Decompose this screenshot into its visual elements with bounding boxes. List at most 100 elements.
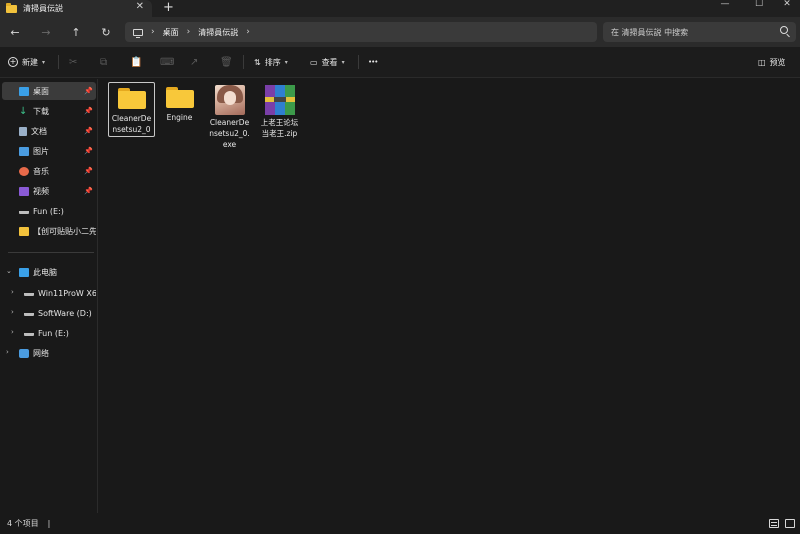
pin-icon: 📌 [84, 127, 93, 135]
pictures-icon [19, 146, 29, 156]
view-label: 查看 [321, 57, 338, 67]
address-row: ← → ↑ ↻ › 桌面 › 清掃員伝説 › 在 清掃員伝説 中搜索 [0, 17, 800, 47]
new-label: 新建 [22, 57, 38, 67]
desktop-icon [19, 86, 29, 96]
close-button[interactable]: ✕ [772, 0, 800, 9]
file-item-exe[interactable]: CleanerDensetsu2_0.exe [206, 82, 253, 150]
preview-label: 预览 [769, 57, 786, 67]
divider [8, 252, 94, 253]
new-button[interactable]: + 新建 ▾ [8, 55, 45, 69]
sidebar-item-fun-drive-pc[interactable]: Fun (E:) [2, 324, 96, 342]
sidebar-item-software-drive[interactable]: SoftWare (D:) [2, 304, 96, 322]
paste-icon[interactable]: 📋 [130, 55, 142, 69]
back-button[interactable]: ← [6, 23, 24, 41]
sidebar-item-folder[interactable]: 【创可贴贴小二先生 [2, 222, 96, 240]
sidebar-item-label: Fun (E:) [38, 328, 69, 338]
chevron-down-icon: ▾ [42, 58, 46, 66]
file-name: Engine [166, 113, 193, 122]
sort-icon: ⇅ [254, 57, 261, 67]
sidebar-item-label: 文档 [31, 126, 47, 136]
folder-icon [19, 226, 29, 236]
sort-label: 排序 [264, 57, 281, 67]
sort-button[interactable]: ⇅ 排序 ▾ [254, 55, 288, 69]
more-options-icon[interactable]: ••• [368, 55, 378, 69]
sidebar-item-downloads[interactable]: ↓ 下载 📌 [2, 102, 96, 120]
maximize-button[interactable]: ☐ [744, 0, 774, 9]
sidebar-item-fun-drive[interactable]: Fun (E:) [2, 202, 96, 220]
view-icon: ▭ [310, 57, 318, 67]
tab-title: 清掃員伝説 [23, 4, 63, 13]
drive-icon [24, 311, 34, 316]
sidebar-item-network[interactable]: 网络 [2, 344, 96, 362]
delete-icon[interactable]: 🗑 [220, 55, 233, 69]
breadcrumb-separator: › [151, 27, 155, 37]
sidebar-item-label: 桌面 [33, 86, 49, 96]
app-thumbnail-icon [214, 85, 245, 115]
navigation-pane: 桌面 📌 ↓ 下载 📌 文档 📌 图片 📌 音乐 📌 视频 📌 Fun (E:)… [0, 79, 98, 513]
file-item-folder[interactable]: Engine [156, 82, 203, 123]
share-icon[interactable]: ↗ [190, 55, 198, 69]
file-name: 上老王论坛当老王.zip [260, 118, 299, 138]
breadcrumb-separator: › [186, 27, 191, 37]
drive-icon [24, 331, 34, 336]
status-bar: 4 个项目 | [0, 513, 800, 534]
tiles-view-icon[interactable] [785, 519, 795, 528]
copy-icon[interactable]: ⧉ [100, 55, 107, 69]
sidebar-item-label: Win11ProW X64 [38, 288, 96, 298]
breadcrumb-separator[interactable]: › [246, 27, 250, 37]
sidebar-item-label: 音乐 [33, 166, 49, 176]
divider [243, 55, 244, 69]
breadcrumb-item-folder[interactable]: 清掃員伝説 [198, 27, 238, 38]
file-list[interactable]: CleanerDensetsu2_0 Engine CleanerDensets… [99, 79, 800, 513]
file-name: CleanerDensetsu2_0 [111, 114, 152, 134]
address-bar[interactable]: › 桌面 › 清掃員伝説 › [125, 22, 597, 42]
tab-close-icon[interactable]: ✕ [136, 1, 144, 12]
preview-button[interactable]: ◫ 预览 [758, 55, 786, 69]
network-icon [19, 348, 29, 358]
sidebar-item-this-pc[interactable]: 此电脑 [2, 263, 96, 281]
search-icon [780, 26, 788, 34]
sidebar-item-desktop[interactable]: 桌面 📌 [2, 82, 96, 100]
chevron-down-icon: ▾ [341, 58, 345, 66]
details-view-icon[interactable] [769, 519, 779, 528]
pin-icon: 📌 [84, 107, 93, 115]
tab-active[interactable]: 清掃員伝説 ✕ [0, 0, 152, 17]
video-icon [19, 186, 29, 196]
sidebar-item-videos[interactable]: 视频 📌 [2, 182, 96, 200]
sidebar-item-pictures[interactable]: 图片 📌 [2, 142, 96, 160]
sidebar-item-label: 网络 [33, 348, 49, 358]
cut-icon[interactable]: ✂ [69, 55, 77, 69]
rename-icon[interactable]: ⌨ [160, 55, 174, 69]
sidebar-item-win11-drive[interactable]: Win11ProW X64 [2, 284, 96, 302]
sidebar-item-label: 视频 [33, 186, 49, 196]
computer-icon [19, 267, 29, 277]
sidebar-item-label: 【创可贴贴小二先生 [33, 226, 96, 236]
pin-icon: 📌 [84, 167, 93, 175]
file-item-zip[interactable]: 上老王论坛当老王.zip [256, 82, 303, 139]
search-input[interactable]: 在 清掃員伝説 中搜索 [603, 22, 796, 42]
view-button[interactable]: ▭ 查看 ▾ [310, 55, 345, 69]
status-separator: | [47, 519, 51, 528]
sidebar-item-label: 图片 [33, 146, 49, 156]
up-button[interactable]: ↑ [67, 23, 85, 41]
pin-icon: 📌 [84, 87, 93, 95]
pin-icon: 📌 [84, 187, 93, 195]
sidebar-item-label: 下载 [33, 106, 49, 116]
title-bar: 清掃員伝説 ✕ + — ☐ ✕ [0, 0, 800, 17]
sidebar-item-label: 此电脑 [33, 267, 57, 277]
plus-icon: + [8, 57, 18, 67]
forward-button[interactable]: → [37, 23, 55, 41]
new-tab-button[interactable]: + [163, 0, 174, 15]
document-icon [19, 126, 27, 136]
sidebar-item-music[interactable]: 音乐 📌 [2, 162, 96, 180]
drive-icon [19, 209, 29, 214]
file-item-folder[interactable]: CleanerDensetsu2_0 [108, 82, 155, 137]
refresh-button[interactable]: ↻ [97, 23, 115, 41]
breadcrumb-item-desktop[interactable]: 桌面 [163, 27, 179, 38]
search-placeholder: 在 清掃員伝説 中搜索 [611, 27, 689, 37]
sidebar-item-documents[interactable]: 文档 📌 [2, 122, 96, 140]
preview-pane-icon: ◫ [758, 57, 766, 67]
minimize-button[interactable]: — [710, 0, 740, 9]
item-count: 4 个项目 [7, 519, 39, 528]
divider [358, 55, 359, 69]
